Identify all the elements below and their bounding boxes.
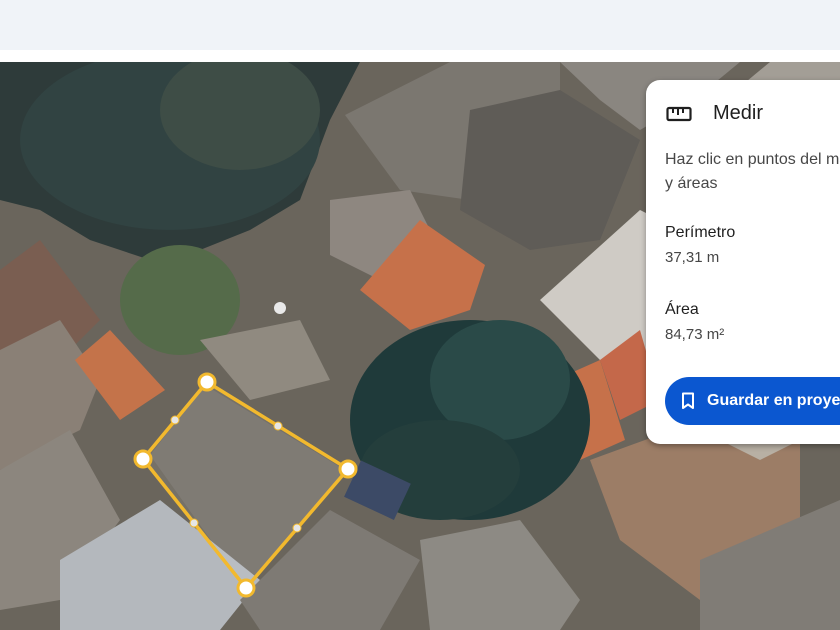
bookmark-icon [681, 392, 695, 410]
midpoint-handle [292, 523, 302, 533]
ruler-icon [666, 105, 692, 123]
measure-title: Medir [713, 102, 764, 124]
area-label: Área [665, 301, 699, 318]
perimeter-label: Perímetro [665, 224, 736, 241]
vertex-handle [236, 578, 256, 598]
hint-line: y áreas [665, 175, 718, 192]
midpoint-handle [170, 415, 180, 425]
measure-header: Medir [666, 102, 763, 125]
vertex-handle [197, 372, 217, 392]
midpoint-handle [273, 421, 283, 431]
save-to-project-label: Guardar en proyecto [707, 392, 840, 409]
top-bar-divider [0, 50, 840, 62]
perimeter-value: 37,31 m [665, 249, 720, 266]
vertex-handle [338, 459, 358, 479]
save-to-project-button[interactable]: Guardar en proyecto [665, 377, 840, 425]
midpoint-handle [189, 518, 199, 528]
vertex-handle [133, 449, 153, 469]
area-value: 84,73 m² [665, 326, 725, 343]
measure-panel: Medir Haz clic en puntos del mapa para m… [646, 80, 840, 444]
top-bar [0, 0, 840, 50]
hint-line: Haz clic en puntos del mapa para medir d… [665, 151, 840, 168]
measure-hint: Haz clic en puntos del mapa para medir d… [665, 148, 840, 196]
